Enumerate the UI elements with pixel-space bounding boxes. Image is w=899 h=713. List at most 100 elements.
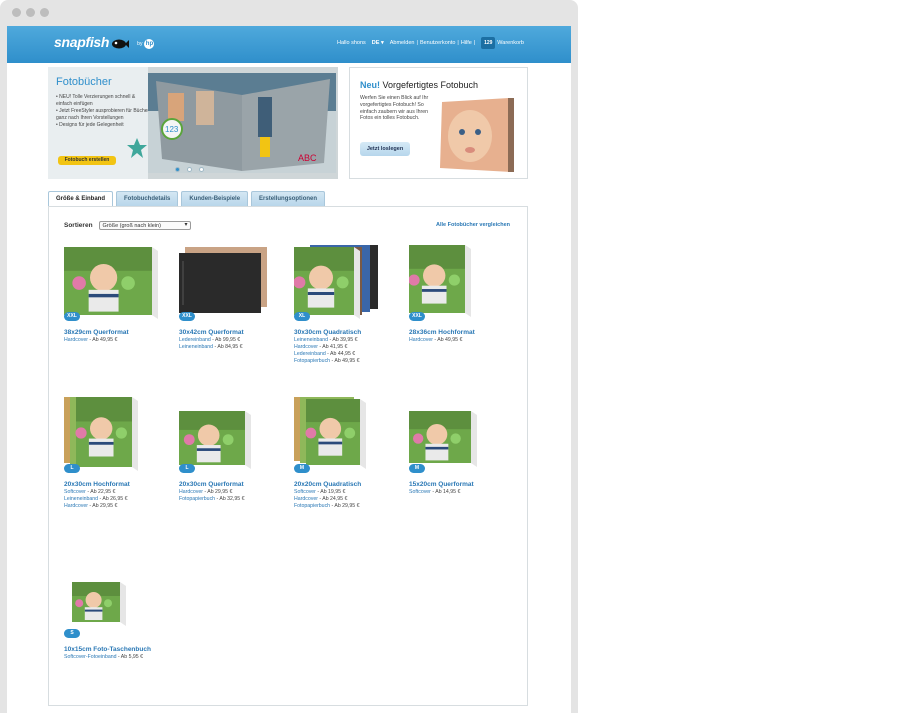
- binding-name[interactable]: Fotopapierbuch: [294, 358, 330, 364]
- product-card[interactable]: M 20x20cm Quadratisch Softcover - Ab 19,…: [294, 397, 406, 510]
- binding-price: - Ab 41,95 €: [317, 344, 348, 350]
- product-name-link[interactable]: 20x20cm Quadratisch: [294, 481, 406, 489]
- promo-title-rest: Vorgefertigtes Fotobuch: [380, 80, 479, 90]
- binding-option[interactable]: Ledereinband - Ab 44,95 €: [294, 351, 406, 358]
- product-options: Hardcover - Ab 49,95 €: [64, 337, 176, 344]
- binding-name[interactable]: Ledereinband: [294, 351, 326, 357]
- product-image[interactable]: M: [294, 397, 406, 477]
- binding-name[interactable]: Leineneinband: [64, 496, 98, 502]
- product-name-link[interactable]: 20x30cm Querformat: [179, 481, 291, 489]
- binding-option[interactable]: Hardcover - Ab 49,95 €: [64, 337, 176, 344]
- close-dot-icon[interactable]: [12, 8, 21, 17]
- binding-price: - Ab 24,95 €: [317, 496, 348, 502]
- carousel-dot[interactable]: [187, 167, 192, 172]
- product-card[interactable]: XXL 30x42cm Querformat Ledereinband - Ab…: [179, 245, 291, 351]
- binding-name[interactable]: Softcover: [409, 489, 431, 495]
- minimize-dot-icon[interactable]: [26, 8, 35, 17]
- product-options: Ledereinband - Ab 99,95 € Leineneinband -…: [179, 337, 291, 351]
- binding-name[interactable]: Hardcover: [294, 496, 318, 502]
- tab-size-binding[interactable]: Größe & Einband: [48, 191, 114, 207]
- hero-bullet: • NEU! Tolle Verzierungen schnell & einf…: [56, 94, 136, 107]
- binding-name[interactable]: Hardcover: [64, 337, 88, 343]
- product-card[interactable]: XL 30x30cm Quadratisch Leineneinband - A…: [294, 245, 406, 365]
- binding-option[interactable]: Ledereinband - Ab 99,95 €: [179, 337, 291, 344]
- promo-title-new: Neu!: [360, 80, 380, 90]
- product-image[interactable]: XXL: [179, 245, 291, 325]
- product-card[interactable]: L 20x30cm Hochformat Softcover - Ab 22,9…: [64, 397, 176, 510]
- product-name-link[interactable]: 30x42cm Querformat: [179, 329, 291, 337]
- logo-text: snapfish: [54, 34, 110, 50]
- carousel-dot[interactable]: [199, 167, 204, 172]
- binding-option[interactable]: Softcover - Ab 19,95 €: [294, 489, 406, 496]
- product-image[interactable]: L: [64, 397, 176, 477]
- binding-option[interactable]: Softcover-Fotoeinband - Ab 5,95 €: [64, 654, 176, 661]
- product-card[interactable]: L 20x30cm Querformat Hardcover - Ab 29,9…: [179, 397, 291, 503]
- compare-all-link[interactable]: Alle Fotobücher vergleichen: [436, 222, 510, 228]
- size-badge-icon: XXL: [409, 312, 425, 321]
- binding-option[interactable]: Softcover - Ab 22,95 €: [64, 489, 176, 496]
- product-card[interactable]: XXL 38x29cm Querformat Hardcover - Ab 49…: [64, 245, 176, 344]
- binding-option[interactable]: Hardcover - Ab 24,95 €: [294, 496, 406, 503]
- binding-name[interactable]: Leineneinband: [294, 337, 328, 343]
- binding-name[interactable]: Hardcover: [294, 344, 318, 350]
- binding-name[interactable]: Ledereinband: [179, 337, 211, 343]
- tab-book-details[interactable]: Fotobuchdetails: [116, 191, 179, 206]
- product-name-link[interactable]: 10x15cm Foto-Taschenbuch: [64, 646, 176, 654]
- account-link[interactable]: Benutzerkonto: [420, 40, 455, 46]
- product-image[interactable]: M: [409, 397, 521, 477]
- hero-banner[interactable]: Fotobücher • NEU! Tolle Verzierungen sch…: [48, 67, 338, 179]
- binding-name[interactable]: Hardcover: [64, 503, 88, 509]
- snapfish-logo[interactable]: snapfish by hp: [54, 34, 155, 50]
- promo-box: Neu! Vorgefertigtes Fotobuch Werfen Sie …: [349, 67, 528, 179]
- maximize-dot-icon[interactable]: [40, 8, 49, 17]
- product-name-link[interactable]: 28x36cm Hochformat: [409, 329, 521, 337]
- language-select[interactable]: DE ▾: [372, 40, 384, 46]
- product-card[interactable]: S 10x15cm Foto-Taschenbuch Softcover-Fot…: [64, 562, 176, 661]
- binding-option[interactable]: Fotopapierbuch - Ab 49,95 €: [294, 358, 406, 365]
- binding-option[interactable]: Hardcover - Ab 29,95 €: [64, 503, 176, 510]
- binding-option[interactable]: Hardcover - Ab 41,95 €: [294, 344, 406, 351]
- binding-option[interactable]: Hardcover - Ab 29,95 €: [179, 489, 291, 496]
- binding-name[interactable]: Softcover: [294, 489, 316, 495]
- tab-customer-examples[interactable]: Kunden-Beispiele: [181, 191, 249, 206]
- binding-name[interactable]: Fotopapierbuch: [179, 496, 215, 502]
- carousel-dots: [175, 167, 204, 172]
- product-image[interactable]: S: [64, 562, 176, 642]
- cart-icon[interactable]: 129: [481, 37, 496, 49]
- binding-option[interactable]: Hardcover - Ab 49,95 €: [409, 337, 521, 344]
- tab-creation-options[interactable]: Erstellungsoptionen: [251, 191, 326, 206]
- product-image[interactable]: XXL: [64, 245, 176, 325]
- binding-option[interactable]: Leineneinband - Ab 26,95 €: [64, 496, 176, 503]
- binding-option[interactable]: Softcover - Ab 14,95 €: [409, 489, 521, 496]
- product-image[interactable]: XL: [294, 245, 406, 325]
- binding-price: - Ab 84,95 €: [213, 344, 243, 350]
- product-card[interactable]: XXL 28x36cm Hochformat Hardcover - Ab 49…: [409, 245, 521, 344]
- binding-name[interactable]: Leineneinband: [179, 344, 213, 350]
- binding-price: - Ab 39,95 €: [328, 337, 358, 343]
- help-link[interactable]: Hilfe: [461, 40, 472, 46]
- product-name-link[interactable]: 38x29cm Querformat: [64, 329, 176, 337]
- binding-option[interactable]: Leineneinband - Ab 39,95 €: [294, 337, 406, 344]
- create-photobook-button[interactable]: Fotobuch erstellen: [58, 156, 116, 165]
- product-image[interactable]: L: [179, 397, 291, 477]
- sort-select[interactable]: Größe (groß nach klein): [98, 221, 191, 230]
- binding-option[interactable]: Fotopapierbuch - Ab 32,95 €: [179, 496, 291, 503]
- cart-link[interactable]: Warenkorb: [497, 40, 524, 46]
- get-started-button[interactable]: Jetzt loslegen: [360, 142, 410, 156]
- binding-name[interactable]: Fotopapierbuch: [294, 503, 330, 509]
- svg-text:ABC: ABC: [298, 153, 317, 163]
- product-name-link[interactable]: 15x20cm Querformat: [409, 481, 521, 489]
- product-card[interactable]: M 15x20cm Querformat Softcover - Ab 14,9…: [409, 397, 521, 496]
- logout-link[interactable]: Abmelden: [390, 40, 415, 46]
- binding-option[interactable]: Leineneinband - Ab 84,95 €: [179, 344, 291, 351]
- binding-option[interactable]: Fotopapierbuch - Ab 29,95 €: [294, 503, 406, 510]
- product-name-link[interactable]: 30x30cm Quadratisch: [294, 329, 406, 337]
- binding-name[interactable]: Softcover-Fotoeinband: [64, 654, 116, 660]
- product-image[interactable]: XXL: [409, 245, 521, 325]
- binding-name[interactable]: Hardcover: [409, 337, 433, 343]
- binding-price: - Ab 49,95 €: [87, 337, 118, 343]
- binding-name[interactable]: Hardcover: [179, 489, 203, 495]
- carousel-dot[interactable]: [175, 167, 180, 172]
- binding-name[interactable]: Softcover: [64, 489, 86, 495]
- product-name-link[interactable]: 20x30cm Hochformat: [64, 481, 176, 489]
